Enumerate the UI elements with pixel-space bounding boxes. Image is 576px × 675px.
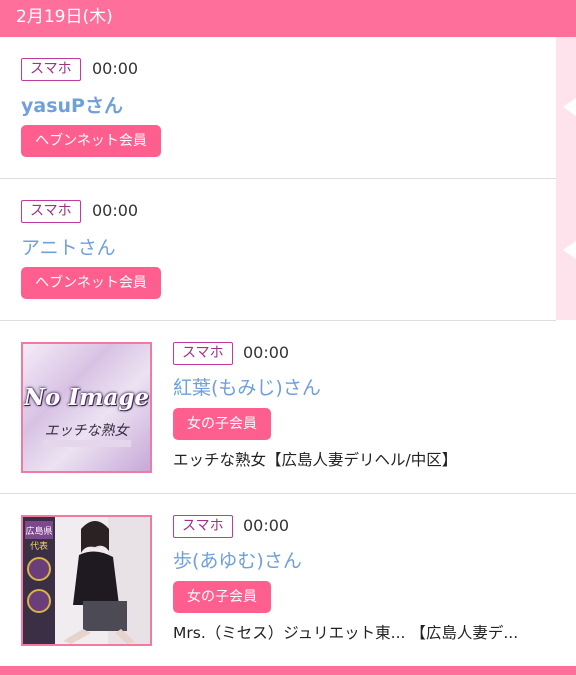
side-scroll-strip[interactable] [556,37,576,320]
member-type-badge: ヘブンネット会員 [21,267,161,299]
region-badge-sub: 代表 [30,540,48,552]
user-name-link[interactable]: 歩(あゆむ)さん [173,546,302,573]
access-time: 00:00 [92,201,139,220]
thumbnail-shop-logo: エッチな熟女 [44,423,129,439]
date-header: 2月19日(木) [0,0,576,37]
member-type-badge: 女の子会員 [173,408,271,440]
profile-photo: 広島県 代表 [23,517,150,644]
shop-name[interactable]: エッチな熟女【広島人妻デリヘル/中区】 [173,448,553,470]
access-time: 00:00 [92,59,139,78]
user-name-link[interactable]: yasuPさん [21,91,123,118]
date-label: 2月19日(木) [16,7,113,27]
list-item[interactable]: スマホ 00:00 yasuPさん ヘブンネット会員 [0,37,556,179]
user-name-link[interactable]: アニトさん [21,233,116,260]
access-time: 00:00 [243,343,290,362]
thumbnail-banner [43,440,131,447]
member-type-badge: 女の子会員 [173,581,271,613]
footer-bar [0,666,576,675]
device-badge: スマホ [173,515,233,538]
arrow-left-icon[interactable] [563,241,576,259]
member-type-badge: ヘブンネット会員 [21,125,161,157]
access-time: 00:00 [243,516,290,535]
list-item[interactable]: 広島県 代表 スマホ 00:00 歩(あゆむ)さん 女の子会員 Mrs.（ミセス… [0,494,576,666]
region-badge: 広島県 [25,525,52,537]
profile-thumbnail[interactable]: No Image エッチな熟女 [21,342,152,473]
list-item[interactable]: No Image エッチな熟女 スマホ 00:00 紅葉(もみじ)さん 女の子会… [0,321,576,494]
list-item[interactable]: スマホ 00:00 アニトさん ヘブンネット会員 [0,179,556,321]
device-badge: スマホ [21,58,81,81]
device-badge: スマホ [21,200,81,223]
user-name-link[interactable]: 紅葉(もみじ)さん [173,373,321,400]
profile-thumbnail[interactable]: 広島県 代表 [21,515,152,646]
no-image-title: No Image [23,384,150,411]
device-badge: スマホ [173,342,233,365]
arrow-left-icon[interactable] [563,98,576,116]
shop-name[interactable]: Mrs.（ミセス）ジュリエット東... 【広島人妻デ... [173,621,568,643]
